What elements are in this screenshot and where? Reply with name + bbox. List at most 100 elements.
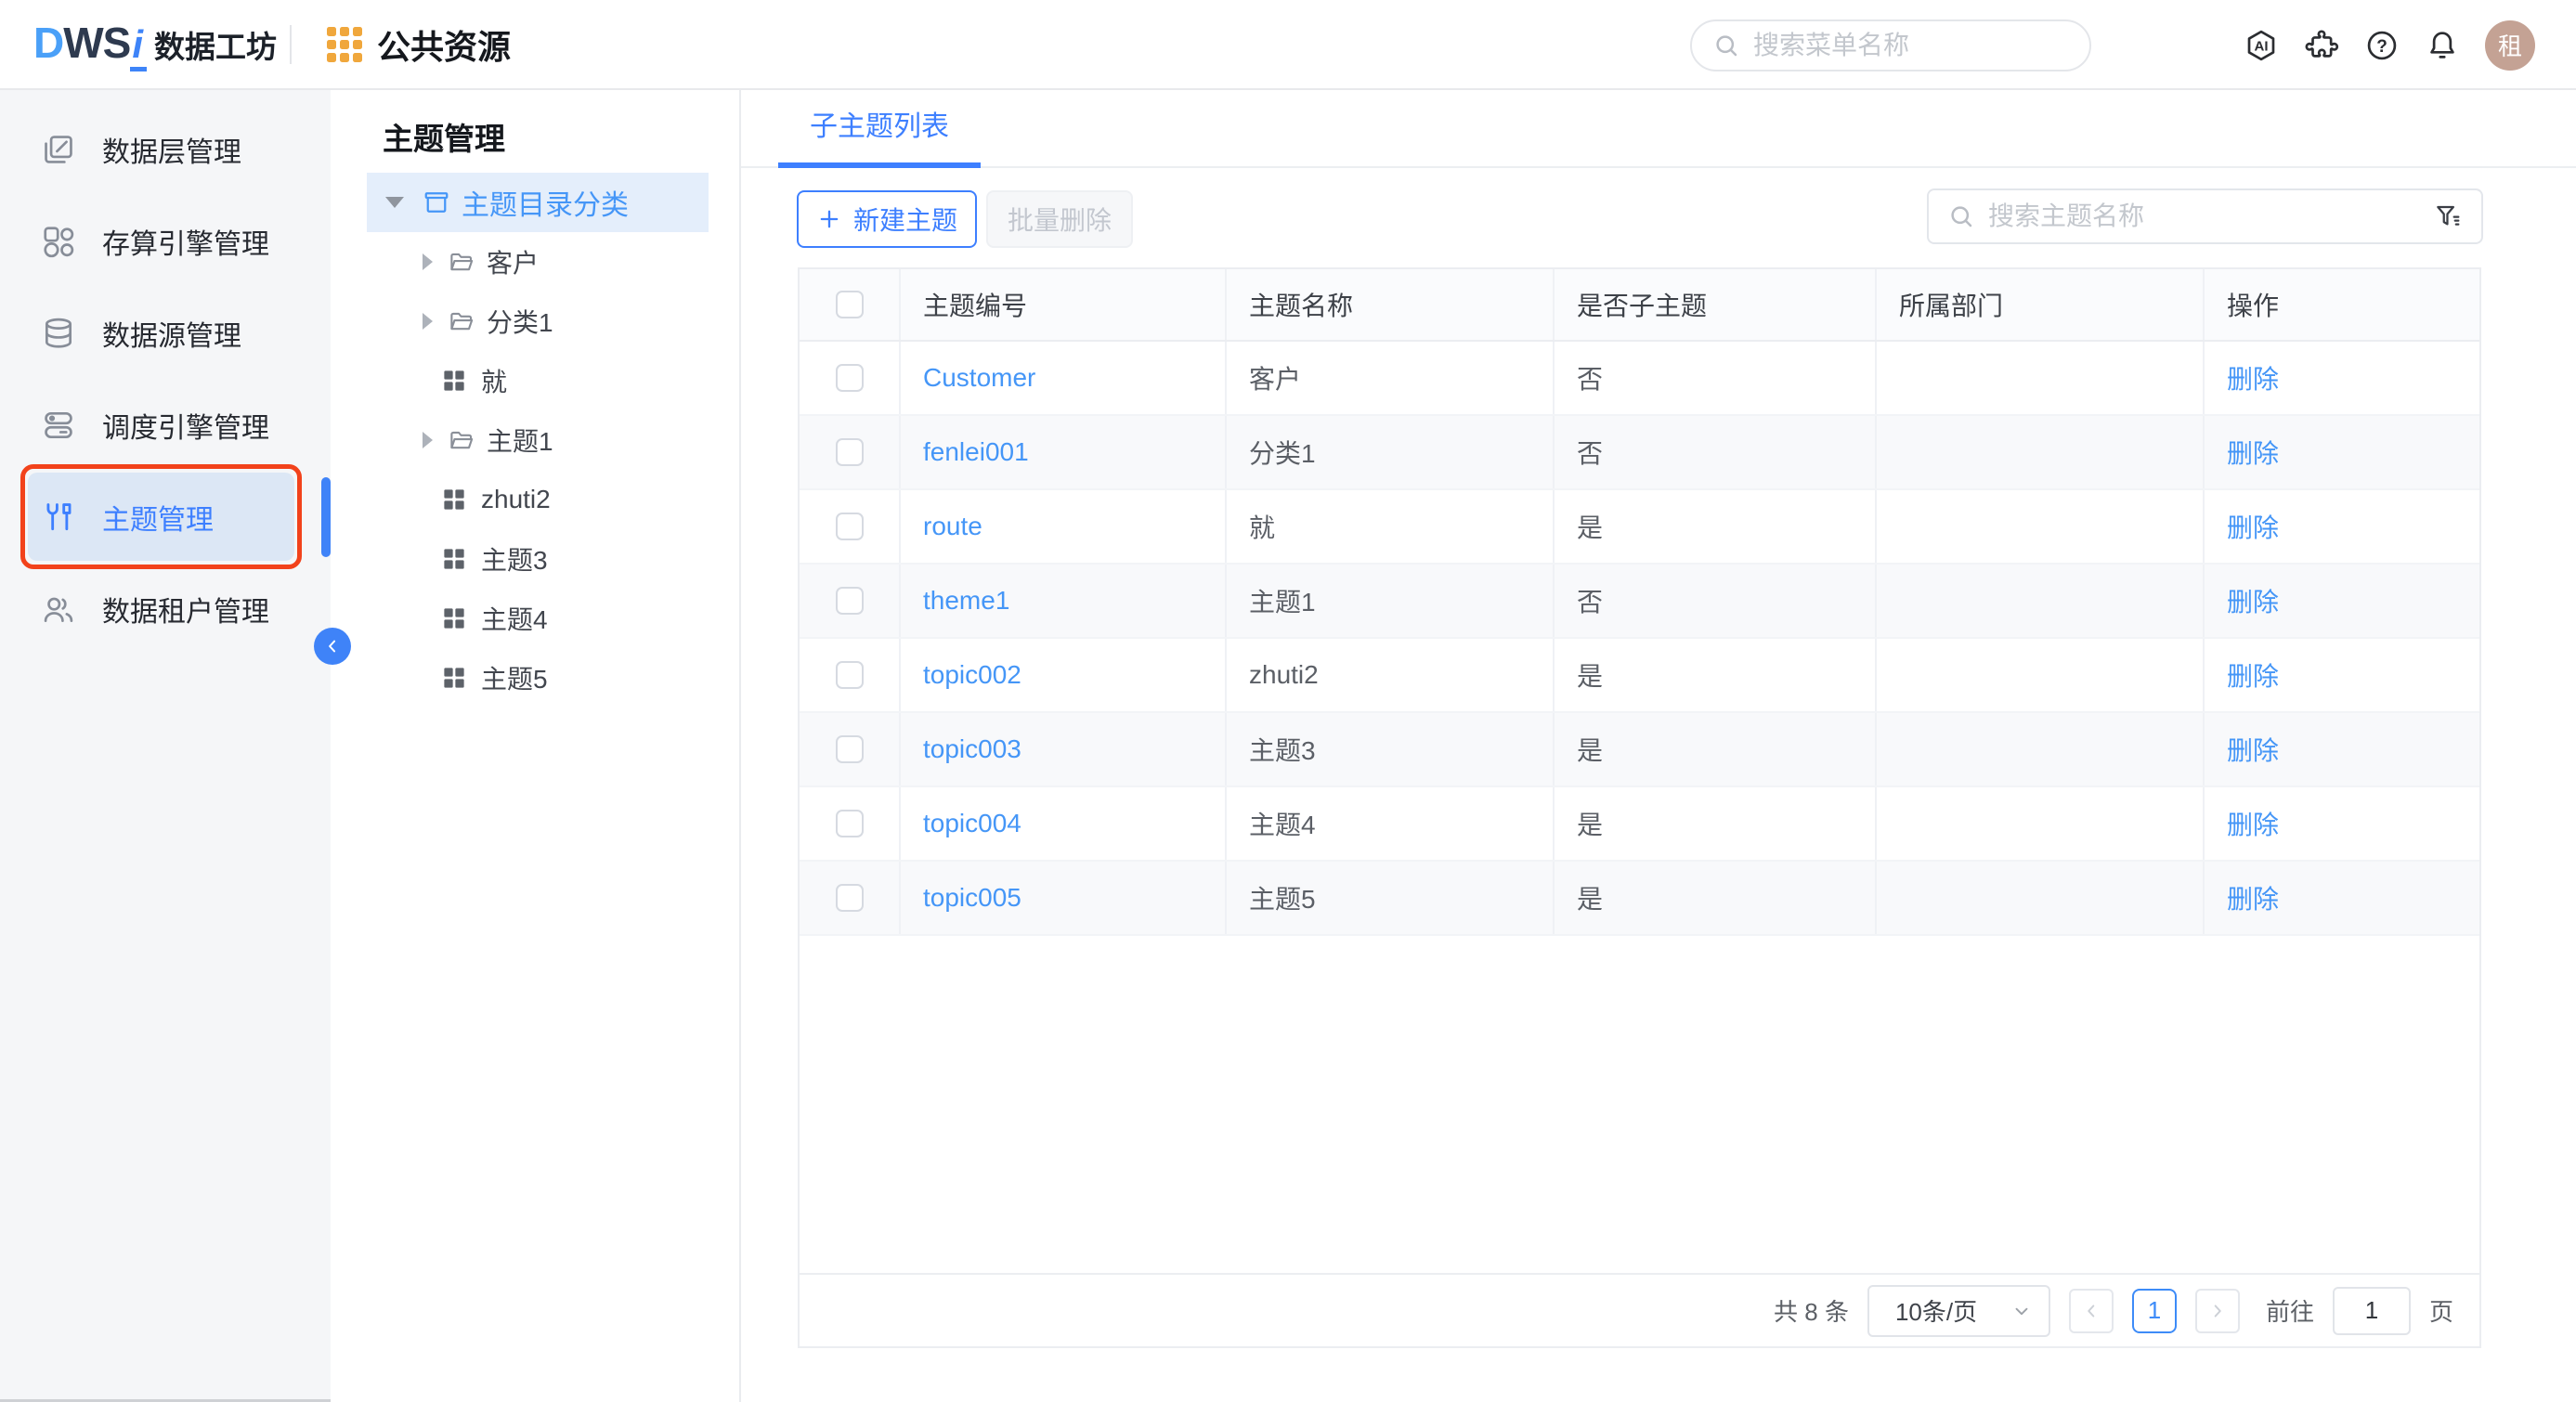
tree-node-label: zhuti2 [481,485,551,514]
tools-icon [41,500,76,535]
department-cell [1877,416,2205,488]
topic-grid-icon [440,545,468,573]
folder-icon [448,248,475,276]
topic-grid-icon [440,604,468,632]
department-cell [1877,342,2205,414]
data-layer-icon [41,132,76,167]
compute-engine-icon [41,224,76,259]
topic-code-link[interactable]: Customer [923,363,1035,393]
topic-name-cell: 客户 [1227,342,1555,414]
row-checkbox[interactable] [836,810,864,837]
page-size-value: 10条/页 [1895,1293,1977,1328]
next-page-button[interactable] [2195,1289,2240,1333]
department-cell [1877,713,2205,785]
batch-delete-button[interactable]: 批量删除 [986,190,1133,248]
page-unit-label: 页 [2429,1293,2453,1328]
pagination: 共 8 条 10条/页 1 前往 页 [800,1273,2479,1346]
sidebar-item-label: 数据源管理 [102,313,241,354]
row-checkbox[interactable] [836,438,864,466]
tree-node[interactable]: 就 [331,351,739,410]
row-checkbox[interactable] [836,735,864,763]
column-header-is-sub: 是否子主题 [1555,269,1877,340]
tree-node[interactable]: 分类1 [331,292,739,351]
topic-code-link[interactable]: route [923,512,982,541]
row-checkbox[interactable] [836,884,864,912]
sidebar-item-tenant[interactable]: 数据租户管理 [28,565,294,653]
table-row: route 就 是 删除 [800,490,2479,565]
delete-link[interactable]: 删除 [2227,731,2279,768]
folder-icon [448,307,475,335]
sidebar-collapse-button[interactable] [314,628,351,665]
page-number-button[interactable]: 1 [2132,1289,2177,1333]
tree-node-label: 主题3 [481,540,548,578]
folder-icon [448,426,475,454]
row-checkbox[interactable] [836,364,864,392]
goto-page-input[interactable] [2333,1287,2411,1335]
delete-link[interactable]: 删除 [2227,434,2279,471]
tree-node[interactable]: 主题3 [331,529,739,589]
topic-code-link[interactable]: fenlei001 [923,437,1029,467]
delete-link[interactable]: 删除 [2227,582,2279,619]
topic-code-link[interactable]: topic003 [923,734,1021,764]
sidebar-item-compute-engine[interactable]: 存算引擎管理 [28,197,294,285]
new-topic-button[interactable]: 新建主题 [797,190,977,248]
topic-code-link[interactable]: theme1 [923,586,1009,616]
sidebar-item-datasource[interactable]: 数据源管理 [28,289,294,377]
menu-search[interactable] [1690,19,2091,71]
expand-caret-icon[interactable] [423,313,433,330]
sidebar-item-data-layer[interactable]: 数据层管理 [28,105,294,193]
select-all-checkbox[interactable] [836,291,864,318]
sidebar-item-topic-management[interactable]: 主题管理 [28,473,294,561]
ai-assistant-icon[interactable]: AI [2244,28,2279,63]
scheduler-icon [41,408,76,443]
batch-delete-label: 批量删除 [1008,201,1112,238]
workspace-switcher[interactable]: 公共资源 [327,20,511,69]
help-icon[interactable]: ? [2364,28,2400,63]
tab-sub-topic-list[interactable]: 子主题列表 [778,90,981,168]
tree-node-root[interactable]: 主题目录分类 [367,173,709,232]
logo-letter-d: D [33,18,63,68]
delete-link[interactable]: 删除 [2227,805,2279,842]
expand-caret-icon[interactable] [423,253,433,270]
sidebar: 数据层管理 存算引擎管理 数据源管理 调度引擎管理 主题管理 数据租户管理 [0,90,331,1402]
tree-node[interactable]: 客户 [331,232,739,292]
row-checkbox[interactable] [836,661,864,689]
is-sub-topic-cell: 否 [1555,565,1877,637]
topic-code-link[interactable]: topic002 [923,660,1021,690]
topic-code-link[interactable]: topic004 [923,809,1021,838]
header-actions: AI ? 租 [2244,0,2535,90]
delete-link[interactable]: 删除 [2227,656,2279,694]
row-checkbox[interactable] [836,587,864,615]
tree-node[interactable]: 主题1 [331,410,739,470]
chevron-left-icon [2081,1301,2101,1321]
topic-search[interactable] [1927,188,2483,244]
tree-node[interactable]: 主题4 [331,589,739,648]
brand-logo: DWSi 数据工坊 [33,18,277,71]
tree-node[interactable]: 主题5 [331,648,739,707]
notification-bell-icon[interactable] [2425,28,2460,63]
row-checkbox[interactable] [836,513,864,540]
tree-node-label: 主题1 [487,422,553,459]
collapse-caret-icon[interactable] [385,197,404,208]
delete-link[interactable]: 删除 [2227,508,2279,545]
page-size-select[interactable]: 10条/页 [1867,1285,2050,1337]
avatar[interactable]: 租 [2485,20,2535,71]
table-row: Customer 客户 否 删除 [800,342,2479,416]
total-count: 共 8 条 [1774,1293,1849,1328]
workspace-name: 公共资源 [377,20,511,69]
prev-page-button[interactable] [2069,1289,2114,1333]
tree-node-label: 主题4 [481,600,548,637]
topic-code-link[interactable]: topic005 [923,883,1021,913]
topic-search-input[interactable] [1988,201,2420,231]
delete-link[interactable]: 删除 [2227,359,2279,396]
filter-funnel-icon[interactable] [2433,201,2463,231]
table-row: topic004 主题4 是 删除 [800,787,2479,862]
menu-search-input[interactable] [1753,31,2088,60]
plugin-puzzle-icon[interactable] [2304,28,2339,63]
sidebar-item-label: 主题管理 [102,497,214,538]
sidebar-item-scheduler[interactable]: 调度引擎管理 [28,381,294,469]
search-icon [1712,32,1740,59]
expand-caret-icon[interactable] [423,432,433,448]
tree-node[interactable]: zhuti2 [331,470,739,529]
delete-link[interactable]: 删除 [2227,879,2279,916]
